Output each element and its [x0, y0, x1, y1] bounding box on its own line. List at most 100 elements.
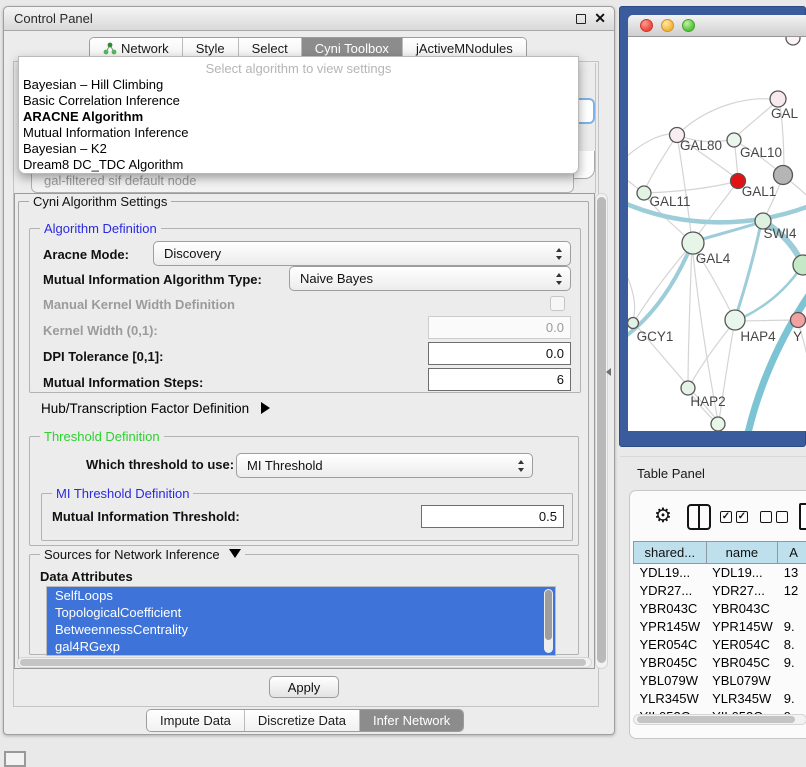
- which-threshold-value: MI Threshold: [247, 458, 323, 473]
- table-cell: YBR045C: [706, 654, 778, 672]
- columns-icon[interactable]: [687, 504, 711, 530]
- minimized-panel-icon[interactable]: [4, 751, 26, 767]
- table-panel-titlebar: Table Panel: [620, 456, 806, 486]
- apply-button[interactable]: Apply: [269, 676, 339, 698]
- hidden-groupbox-border: [595, 63, 596, 193]
- table-cell: YBR043C: [634, 600, 707, 618]
- sources-title: Sources for Network Inference: [44, 547, 220, 562]
- select-all-checkbox-icon[interactable]: ✓: [736, 511, 748, 523]
- sources-toggle[interactable]: Sources for Network Inference: [40, 547, 245, 562]
- attributes-scrollbar[interactable]: [544, 589, 553, 653]
- table-column-header[interactable]: shared...: [634, 542, 707, 564]
- table-cell: YBR045C: [634, 654, 707, 672]
- network-node-hap4[interactable]: [725, 310, 745, 330]
- mi-type-combo[interactable]: Naive Bayes: [289, 266, 571, 291]
- network-node-gal[interactable]: [770, 91, 786, 107]
- hub-definition-toggle[interactable]: Hub/Transcription Factor Definition: [41, 401, 270, 416]
- network-window-titlebar[interactable]: [628, 15, 806, 37]
- close-traffic-light-icon[interactable]: [640, 19, 653, 32]
- network-selector-value: gal-filtered sif default node: [44, 173, 196, 188]
- dropdown-item[interactable]: Basic Correlation Inference: [19, 93, 578, 109]
- table-row[interactable]: YDR27...YDR27...12: [634, 582, 806, 600]
- float-window-icon[interactable]: [576, 14, 586, 24]
- table-column-header[interactable]: name: [706, 542, 778, 564]
- dropdown-item[interactable]: Dream8 DC_TDC Algorithm: [19, 157, 578, 173]
- tab-impute-data[interactable]: Impute Data: [147, 710, 245, 731]
- mi-steps-label: Mutual Information Steps:: [43, 375, 203, 390]
- deselect-all-checkbox-icon[interactable]: [776, 511, 788, 523]
- network-node-label: HAP4: [740, 329, 776, 344]
- tab-infer-network[interactable]: Infer Network: [360, 710, 463, 731]
- table-column-header[interactable]: A: [778, 542, 806, 564]
- table-row[interactable]: YBR043CYBR043C: [634, 600, 806, 618]
- table-row[interactable]: YLR345WYLR345W9.: [634, 690, 806, 708]
- kernel-width-field[interactable]: 0.0: [428, 316, 571, 339]
- attribute-list-item[interactable]: BetweennessCentrality: [47, 621, 555, 638]
- dropdown-item[interactable]: ARACNE Algorithm: [19, 109, 578, 125]
- attribute-list-item[interactable]: TopologicalCoefficient: [47, 604, 555, 621]
- network-canvas[interactable]: GALGAL80GAL10GAL11GAL1SWI4GAL4GCY1HAP4YH…: [628, 37, 806, 431]
- close-window-icon[interactable]: ✕: [594, 10, 606, 27]
- document-icon[interactable]: [799, 503, 806, 530]
- aracne-mode-label: Aracne Mode:: [43, 247, 129, 262]
- network-node-label: GAL: [771, 106, 799, 121]
- manual-kernel-checkbox[interactable]: [550, 296, 565, 311]
- network-node-gal10[interactable]: [727, 133, 741, 147]
- dropdown-item[interactable]: Bayesian – Hill Climbing: [19, 77, 578, 93]
- node-table[interactable]: shared...nameAYDL19...YDL19...13YDR27...…: [633, 541, 806, 714]
- which-threshold-combo[interactable]: MI Threshold: [236, 453, 533, 478]
- scrollbar-thumb[interactable]: [545, 590, 552, 640]
- table-row[interactable]: YPR145WYPR145W9.: [634, 618, 806, 636]
- zoom-traffic-light-icon[interactable]: [682, 19, 695, 32]
- network-node-gcy1[interactable]: [628, 318, 639, 329]
- data-attributes-list[interactable]: SelfLoopsTopologicalCoefficientBetweenne…: [46, 586, 556, 656]
- settings-vertical-scrollbar[interactable]: [595, 193, 608, 669]
- deselect-all-checkbox-icon[interactable]: [760, 511, 772, 523]
- table-cell: YDR27...: [706, 582, 778, 600]
- network-icon: [103, 42, 117, 55]
- network-node[interactable]: [711, 417, 725, 431]
- table-row[interactable]: YDL19...YDL19...13: [634, 564, 806, 582]
- table-panel: ⚙ ✓ ✓ shared...nameAYDL19...YDL19...13YD…: [629, 490, 806, 739]
- network-node-hap2[interactable]: [681, 381, 695, 395]
- table-row[interactable]: YBR045CYBR045C9.: [634, 654, 806, 672]
- splitpane-grip-icon[interactable]: [606, 368, 611, 376]
- scrollbar-thumb[interactable]: [20, 659, 586, 666]
- hub-definition-label: Hub/Transcription Factor Definition: [41, 401, 249, 416]
- focused-combo-fragment[interactable]: [578, 98, 595, 124]
- dropdown-prompt: Select algorithm to view settings: [19, 60, 578, 77]
- table-header-row: shared...nameA: [634, 542, 806, 564]
- table-horizontal-scrollbar[interactable]: [633, 714, 806, 725]
- panel-title: Control Panel: [14, 11, 93, 26]
- threshold-definition-title: Threshold Definition: [40, 429, 164, 444]
- mi-threshold-field[interactable]: 0.5: [421, 505, 564, 528]
- table-cell: YDR27...: [634, 582, 707, 600]
- dpi-tolerance-label: DPI Tolerance [0,1]:: [43, 349, 163, 364]
- dropdown-item[interactable]: Bayesian – K2: [19, 141, 578, 157]
- mi-steps-field[interactable]: 6: [428, 368, 571, 391]
- gear-icon[interactable]: ⚙: [654, 506, 672, 526]
- minimize-traffic-light-icon[interactable]: [661, 19, 674, 32]
- dropdown-item-list: Bayesian – Hill ClimbingBasic Correlatio…: [19, 77, 578, 173]
- network-node[interactable]: [786, 37, 800, 45]
- network-node[interactable]: [793, 255, 806, 275]
- table-row[interactable]: YBL079WYBL079W: [634, 672, 806, 690]
- network-node-y[interactable]: [791, 313, 806, 328]
- attribute-list-item[interactable]: gal4RGexp: [47, 638, 555, 655]
- dpi-tolerance-field[interactable]: 0.0: [428, 342, 571, 365]
- network-node[interactable]: [774, 166, 793, 185]
- control-panel-titlebar[interactable]: Control Panel ✕: [4, 7, 614, 31]
- scrollbar-thumb[interactable]: [597, 197, 606, 663]
- table-cell: YBL079W: [634, 672, 707, 690]
- aracne-mode-combo[interactable]: Discovery: [153, 241, 571, 266]
- select-all-checkbox-icon[interactable]: ✓: [720, 511, 732, 523]
- table-row[interactable]: YER054CYER054C8.: [634, 636, 806, 654]
- tab-discretize-data[interactable]: Discretize Data: [245, 710, 360, 731]
- table-panel-title: Table Panel: [637, 466, 705, 481]
- attribute-list-item[interactable]: SelfLoops: [47, 587, 555, 604]
- scrollbar-thumb[interactable]: [637, 716, 795, 723]
- settings-horizontal-scrollbar[interactable]: [17, 657, 592, 668]
- table-cell: 13: [778, 564, 806, 582]
- table-cell: YLR345W: [706, 690, 778, 708]
- dropdown-item[interactable]: Mutual Information Inference: [19, 125, 578, 141]
